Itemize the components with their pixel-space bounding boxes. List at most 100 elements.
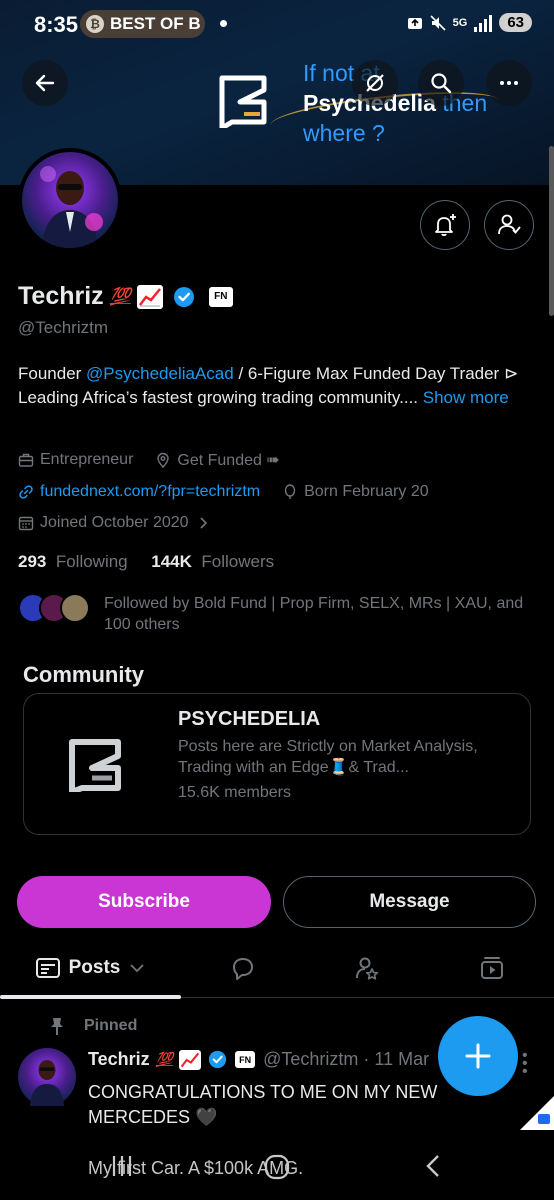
follower-avatar-3	[60, 593, 90, 623]
home-icon[interactable]	[262, 1152, 292, 1182]
profile-name-row: Techriz 💯 FN	[18, 282, 233, 311]
followers-link[interactable]: 144K Followers	[151, 552, 274, 571]
post-author-avatar[interactable]	[18, 1048, 76, 1106]
post-affiliate-badge: FN	[235, 1051, 256, 1068]
profile-meta-row-1: Entrepreneur Get Funded ➠	[18, 450, 302, 470]
chevron-down-icon	[130, 964, 145, 973]
profile-joined[interactable]: Joined October 2020	[18, 514, 211, 532]
notifications-button[interactable]	[420, 200, 470, 250]
profile-website[interactable]: fundednext.com/?fpr=techriztm	[18, 483, 260, 501]
profile-birthday: Born February 20	[282, 483, 429, 501]
profile-meta-row-3[interactable]: Joined October 2020	[18, 514, 233, 532]
followed-by-text: Followed by Bold Fund | Prop Firm, SELX,…	[104, 595, 524, 633]
category-text: Entrepreneur	[40, 451, 134, 468]
pin-icon	[51, 1018, 63, 1035]
display-name: Techriz	[18, 282, 104, 310]
plus-icon	[465, 1043, 491, 1069]
followers-count: 144K	[151, 552, 192, 571]
status-indicators: 5G 63	[407, 13, 532, 32]
profile-bio: Founder @PsychedeliaAcad / 6-Figure Max …	[18, 362, 538, 410]
coin-icon: ₿	[86, 15, 104, 33]
followers-label: Followers	[201, 552, 275, 571]
reply-bubble-icon	[233, 958, 253, 980]
profile-category: Entrepreneur	[18, 451, 133, 469]
notification-dot	[220, 20, 227, 27]
post-text: CONGRATULATIONS TO ME ON MY NEW MERCEDES…	[88, 1082, 438, 1127]
affiliate-badge[interactable]: FN	[208, 286, 233, 307]
community-card[interactable]: PSYCHEDELIA Posts here are Strictly on M…	[23, 693, 531, 835]
banner-line-3: where ?	[303, 120, 385, 146]
community-description: Posts here are Strictly on Market Analys…	[178, 738, 478, 776]
chevron-right-icon	[199, 517, 207, 529]
media-play-icon	[480, 957, 503, 979]
network-type: 5G	[452, 16, 468, 29]
chart-up-emoji-icon	[136, 284, 163, 309]
tab-posts-label: Posts	[68, 957, 121, 978]
balloon-icon	[284, 484, 296, 499]
pinned-label: Pinned	[84, 1017, 138, 1034]
bell-plus-icon	[435, 214, 456, 237]
community-members: 15.6K members	[178, 784, 291, 801]
followed-by[interactable]: Followed by Bold Fund | Prop Firm, SELX,…	[18, 593, 523, 633]
compose-fab[interactable]	[438, 1016, 518, 1096]
status-time: 8:35	[34, 12, 79, 37]
grok-button[interactable]	[352, 60, 398, 106]
back-arrow-icon	[35, 74, 55, 92]
post-handle-time: @Techriztm · 11 Mar	[263, 1049, 430, 1069]
pinned-label-row: Pinned	[48, 1016, 137, 1036]
profile-avatar[interactable]	[18, 148, 122, 252]
system-nav-bar	[0, 1138, 554, 1200]
post-author-name[interactable]: Techriz	[88, 1049, 150, 1070]
following-button[interactable]	[484, 200, 534, 250]
avatar-portrait	[40, 166, 103, 248]
active-tab-indicator	[0, 995, 181, 999]
message-button[interactable]: Message	[283, 876, 536, 928]
profile-location: Get Funded ➠	[155, 450, 280, 470]
recents-icon[interactable]	[108, 1152, 136, 1180]
verified-badge-icon	[173, 286, 194, 307]
system-back-icon[interactable]	[420, 1152, 446, 1180]
tab-posts[interactable]: Posts	[0, 940, 181, 996]
more-button[interactable]	[486, 60, 532, 106]
person-star-icon	[356, 957, 379, 980]
search-icon	[431, 73, 452, 94]
notification-chip[interactable]: ₿ BEST OF B	[80, 10, 205, 38]
website-link[interactable]: fundednext.com/?fpr=techriztm	[40, 483, 260, 501]
tab-media[interactable]	[429, 940, 554, 996]
posts-feed-icon	[35, 958, 60, 978]
tab-replies[interactable]	[181, 940, 305, 996]
grok-icon	[366, 74, 384, 92]
location-text: Get Funded ➠	[177, 452, 280, 469]
upload-icon	[407, 17, 422, 29]
more-icon	[500, 81, 518, 85]
post-chart-up-emoji-icon	[179, 1049, 202, 1070]
community-section-title: Community	[23, 662, 144, 687]
subscribe-button[interactable]: Subscribe	[17, 876, 271, 928]
scrollbar[interactable]	[549, 146, 554, 316]
tab-highlights[interactable]	[305, 940, 429, 996]
show-more-link[interactable]: Show more	[423, 388, 509, 407]
post-more-icon[interactable]: • • •	[522, 1048, 528, 1080]
back-button[interactable]	[22, 60, 68, 106]
location-pin-icon	[157, 452, 170, 468]
profile-meta-row-2: fundednext.com/?fpr=techriztm Born Febru…	[18, 483, 451, 501]
community-name: PSYCHEDELIA	[178, 708, 321, 730]
post-header: Techriz 💯 FN @Techriztm · 11 Mar	[88, 1049, 429, 1070]
joined-text: Joined October 2020	[40, 514, 189, 531]
post-verified-badge-icon	[208, 1050, 227, 1069]
notification-chip-label: BEST OF B	[110, 14, 201, 33]
following-count: 293	[18, 552, 47, 571]
ad-choices-icon[interactable]	[520, 1096, 554, 1130]
bio-prefix: Founder	[18, 364, 87, 383]
hundred-emoji: 💯	[109, 286, 131, 306]
link-icon	[19, 485, 33, 499]
search-button[interactable]	[418, 60, 464, 106]
following-link[interactable]: 293 Following	[18, 552, 128, 571]
battery-indicator: 63	[499, 13, 532, 32]
person-check-icon	[498, 214, 521, 235]
mute-icon	[430, 14, 446, 31]
briefcase-icon	[18, 453, 34, 467]
bio-mention-link[interactable]: @PsychedeliaAcad	[86, 364, 234, 383]
following-label: Following	[55, 552, 128, 571]
calendar-icon	[18, 516, 34, 531]
